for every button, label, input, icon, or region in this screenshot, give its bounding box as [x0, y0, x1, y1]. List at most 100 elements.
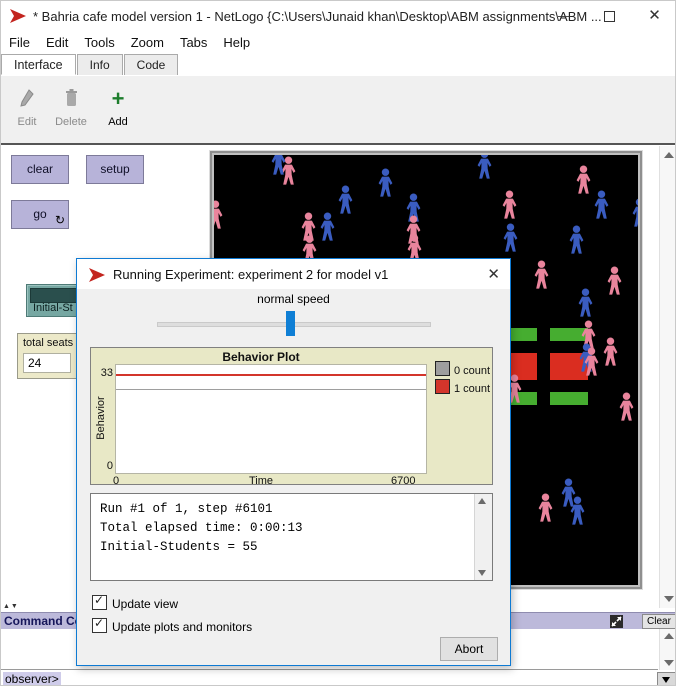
netlogo-window: * Bahria cafe model version 1 - NetLogo … — [0, 0, 676, 686]
legend-label: 0 count turtles with ... — [454, 365, 493, 377]
checkbox-update-view[interactable]: Update view — [92, 595, 178, 611]
add-widget-button[interactable]: + Add — [103, 88, 133, 128]
output-line: Run #1 of 1, step #6101 — [100, 500, 303, 519]
dialog-title-bar: Running Experiment: experiment 2 for mod… — [77, 259, 510, 289]
male-student-agent — [568, 225, 585, 254]
tab-info[interactable]: Info — [77, 54, 123, 75]
legend-label: 1 count turtles with ... — [454, 383, 493, 395]
tab-bar: InterfaceInfoCode — [1, 54, 676, 77]
command-center-scrollbar[interactable] — [659, 629, 676, 670]
female-student-agent — [606, 266, 623, 295]
dialog-speed-handle[interactable] — [286, 311, 295, 336]
title-bar: * Bahria cafe model version 1 - NetLogo … — [1, 1, 676, 31]
slider-label: Initial-St — [33, 302, 73, 314]
scroll-up-icon[interactable] — [478, 498, 486, 504]
plot-legend: 0 count turtles with ... 1 count turtles … — [435, 361, 493, 397]
running-experiment-dialog: Running Experiment: experiment 2 for mod… — [76, 258, 511, 666]
edit-widget-button[interactable]: Edit — [11, 88, 43, 128]
scroll-down-icon[interactable] — [664, 596, 674, 602]
go-button[interactable]: go ↻ — [11, 200, 69, 229]
legend-entry: 0 count turtles with ... — [435, 361, 493, 379]
output-line: Total elapsed time: 0:00:13 — [100, 519, 303, 538]
menu-item-help[interactable]: Help — [215, 31, 258, 54]
prompt-dropdown-button[interactable] — [657, 672, 676, 686]
plot-title: Behavior Plot — [91, 350, 431, 364]
splitter-handle[interactable]: ▲▼ — [3, 603, 19, 610]
male-student-agent — [577, 288, 594, 317]
abort-button[interactable]: Abort — [440, 637, 498, 661]
checkbox-update-plots-and-monitors[interactable]: Update plots and monitors — [92, 618, 252, 634]
female-student-agent — [575, 165, 592, 194]
toolbar: Edit Delete + Add abc Button normal spee… — [1, 76, 676, 145]
output-line: Initial-Students = 55 — [100, 538, 303, 557]
monitor-value: 24 — [23, 353, 71, 373]
tab-code[interactable]: Code — [124, 54, 179, 75]
scroll-down-icon[interactable] — [478, 570, 486, 576]
scroll-down-icon[interactable] — [664, 660, 674, 666]
menu-item-tools[interactable]: Tools — [76, 31, 122, 54]
command-line: observer> — [1, 671, 676, 686]
female-student-agent — [214, 200, 224, 229]
male-student-agent — [569, 496, 586, 525]
window-title: * Bahria cafe model version 1 - NetLogo … — [33, 9, 602, 24]
setup-button[interactable]: setup — [86, 155, 144, 184]
expand-icon[interactable] — [610, 615, 623, 628]
legend-entry: 1 count turtles with ... — [435, 379, 493, 397]
legend-swatch-icon — [435, 379, 450, 394]
male-student-agent — [502, 223, 519, 252]
menu-item-file[interactable]: File — [1, 31, 38, 54]
female-student-agent — [583, 347, 600, 376]
minimize-button[interactable]: — — [542, 1, 587, 31]
main-scrollbar[interactable] — [659, 146, 676, 608]
female-student-agent — [501, 190, 518, 219]
delete-widget-button[interactable]: Delete — [51, 88, 91, 128]
female-student-agent — [602, 337, 619, 366]
y-axis-label: Behavior — [95, 363, 107, 473]
add-label: Add — [108, 116, 128, 128]
male-student-agent — [270, 155, 287, 175]
delete-label: Delete — [55, 116, 87, 128]
output-scrollbar[interactable] — [474, 494, 492, 580]
close-button[interactable]: ✕ — [632, 1, 676, 31]
netlogo-logo-icon — [9, 8, 27, 24]
checkbox-label: Update plots and monitors — [112, 620, 252, 634]
observer-prompt: observer> — [3, 672, 61, 686]
pencil-icon — [11, 88, 43, 112]
clear-command-center-button[interactable]: Clear — [642, 614, 676, 629]
checkbox-checked-icon — [92, 618, 107, 633]
female-student-agent — [618, 392, 635, 421]
plot-series-line — [116, 374, 426, 376]
male-student-agent — [476, 155, 493, 179]
menu-item-zoom[interactable]: Zoom — [123, 31, 172, 54]
dialog-title: Running Experiment: experiment 2 for mod… — [113, 267, 388, 282]
forever-icon: ↻ — [55, 214, 65, 226]
plus-icon: + — [103, 88, 133, 112]
seat-rect — [550, 392, 588, 405]
monitor-label: total seats — [23, 337, 73, 349]
menu-item-edit[interactable]: Edit — [38, 31, 76, 54]
male-student-agent — [319, 212, 336, 241]
clear-button[interactable]: clear — [11, 155, 69, 184]
tab-interface[interactable]: Interface — [1, 54, 76, 75]
edit-label: Edit — [18, 116, 37, 128]
menu-bar: FileEditToolsZoomTabsHelp — [1, 31, 676, 54]
legend-swatch-icon — [435, 361, 450, 376]
checkbox-label: Update view — [112, 597, 178, 611]
male-student-agent — [631, 198, 638, 227]
plot-area — [115, 364, 427, 474]
female-student-agent — [533, 260, 550, 289]
experiment-output-text: Run #1 of 1, step #6101Total elapsed tim… — [100, 500, 303, 557]
trash-icon — [51, 88, 91, 112]
menu-item-tabs[interactable]: Tabs — [172, 31, 215, 54]
netlogo-logo-icon — [88, 267, 106, 283]
x-axis-label: Time — [91, 475, 431, 485]
male-student-agent — [337, 185, 354, 214]
maximize-button[interactable] — [587, 1, 632, 31]
scroll-up-icon[interactable] — [664, 152, 674, 158]
behavior-plot: Behavior Plot 33 0 Behavior 0 Time 6700 … — [90, 347, 493, 485]
dialog-close-icon[interactable]: ✕ — [487, 265, 500, 283]
scroll-up-icon[interactable] — [664, 633, 674, 639]
female-student-agent — [537, 493, 554, 522]
male-student-agent — [593, 190, 610, 219]
plot-series-line — [116, 389, 426, 390]
